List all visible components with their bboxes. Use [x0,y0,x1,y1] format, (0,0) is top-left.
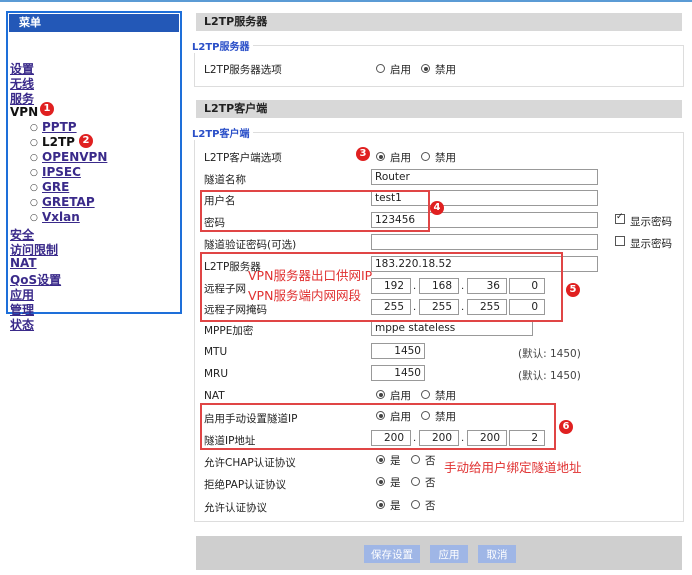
client-legend: L2TP客户端 [192,125,254,140]
top-accent-line [0,0,692,2]
server-legend: L2TP服务器 [192,38,254,53]
server-disable-label: 禁用 [435,64,456,76]
mtu-input[interactable]: 1450 [371,343,425,359]
auth-no-radio[interactable] [411,500,420,509]
sidebar-item-gretap[interactable]: GRETAP [42,195,95,209]
annotation-note-tunnel: 手动给用户绑定隧道地址 [444,460,582,475]
show-auth-password-checkbox[interactable] [615,236,625,246]
badge-6: 6 [559,420,573,434]
mru-label: MRU [204,368,229,380]
badge-5: 5 [566,283,580,297]
auth-yes-radio[interactable] [376,500,385,509]
bullet-icon: ○ [30,198,38,208]
sidebar-item-pptp[interactable]: PPTP [42,120,77,134]
button-bar: 保存设置 应用 取消 [196,536,682,570]
server-option-label: L2TP服务器选项 [204,64,282,76]
mtu-default-hint: (默认: 1450) [518,348,581,360]
chap-no-label: 否 [425,455,436,467]
mru-input[interactable]: 1450 [371,365,425,381]
badge-4: 4 [430,201,444,215]
annotation-note-subnet: VPN服务端内网网段 [248,288,361,303]
bullet-icon: ○ [30,153,38,163]
client-disable-label: 禁用 [435,152,456,164]
auth-no-label: 否 [425,500,436,512]
sidebar-title: 菜单 [9,14,179,32]
server-enable-radio[interactable] [376,64,385,73]
annotation-note-server: VPN服务器出口供网IP [248,268,373,283]
chap-yes-label: 是 [390,455,401,467]
show-password-label: 显示密码 [630,216,672,228]
client-option-label: L2TP客户端选项 [204,152,282,164]
bullet-icon: ○ [30,213,38,223]
pap-label: 拒绝PAP认证协议 [204,479,287,491]
nat-enable-label: 启用 [390,390,411,402]
cancel-button[interactable]: 取消 [478,545,516,563]
sidebar-item-ipsec[interactable]: IPSEC [42,165,81,179]
sidebar-item-vxlan[interactable]: Vxlan [42,210,80,224]
auth-password-label: 隧道验证密码(可选) [204,239,297,251]
sidebar-item-status[interactable]: 状态 [10,316,34,333]
annotation-box-6 [200,403,556,450]
mru-default-hint: (默认: 1450) [518,370,581,382]
client-disable-radio[interactable] [421,152,430,161]
show-password-checkbox[interactable] [615,212,625,224]
pap-yes-radio[interactable] [376,477,385,486]
apply-button[interactable]: 应用 [430,545,468,563]
bullet-icon: ○ [30,183,38,193]
badge-1: 1 [40,102,54,116]
sidebar-item-vpn[interactable]: VPN [10,105,38,119]
sidebar-item-gre[interactable]: GRE [42,180,69,194]
mppe-label: MPPE加密 [204,325,254,337]
pap-no-label: 否 [425,477,436,489]
show-auth-password-label: 显示密码 [630,238,672,250]
annotation-box-4 [200,190,430,232]
chap-label: 允许CHAP认证协议 [204,457,296,469]
client-enable-radio[interactable] [376,152,385,161]
tunnel-name-label: 隧道名称 [204,174,246,186]
pap-no-radio[interactable] [411,477,420,486]
nat-disable-radio[interactable] [421,390,430,399]
sidebar-item-openvpn[interactable]: OPENVPN [42,150,107,164]
chap-yes-radio[interactable] [376,455,385,464]
tunnel-name-input[interactable]: Router [371,169,598,185]
client-section-header: L2TP客户端 [196,100,682,118]
save-button[interactable]: 保存设置 [364,545,420,563]
auth-password-input[interactable] [371,234,598,250]
badge-3: 3 [356,147,370,161]
pap-yes-label: 是 [390,477,401,489]
badge-2: 2 [79,134,93,148]
nat-enable-radio[interactable] [376,390,385,399]
nat-label: NAT [204,390,225,402]
server-section-header: L2TP服务器 [196,13,682,31]
client-enable-label: 启用 [390,152,411,164]
chap-no-radio[interactable] [411,455,420,464]
bullet-icon: ○ [30,138,38,148]
auth-yes-label: 是 [390,500,401,512]
server-enable-label: 启用 [390,64,411,76]
sidebar-item-nat[interactable]: NAT [10,256,37,270]
nat-disable-label: 禁用 [435,390,456,402]
auth-protocol-label: 允许认证协议 [204,502,267,514]
bullet-icon: ○ [30,168,38,178]
sidebar-item-l2tp[interactable]: L2TP [42,135,75,149]
mppe-select[interactable]: mppe stateless [371,320,533,336]
sidebar-menu: 菜单 设置 无线 服务 VPN 1 ○ PPTP ○ L2TP 2 ○ OPEN… [6,11,182,332]
mtu-label: MTU [204,346,228,358]
bullet-icon: ○ [30,123,38,133]
server-disable-radio[interactable] [421,64,430,73]
